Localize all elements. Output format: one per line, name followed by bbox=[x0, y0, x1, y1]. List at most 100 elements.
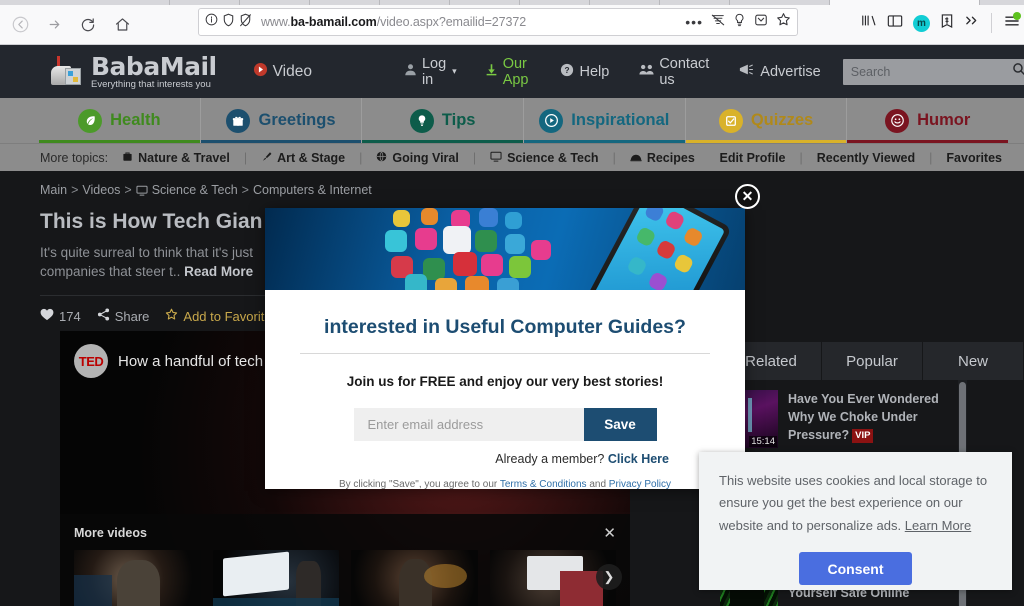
subnav-going-viral[interactable]: Going Viral bbox=[376, 150, 459, 165]
advertise-label: Advertise bbox=[760, 63, 821, 80]
search-box[interactable] bbox=[842, 58, 1024, 85]
forward-button[interactable] bbox=[38, 10, 70, 40]
learn-more-link[interactable]: Learn More bbox=[905, 518, 971, 533]
email-field[interactable] bbox=[353, 408, 584, 441]
library-icon[interactable] bbox=[861, 13, 877, 33]
read-more-link[interactable]: Read More bbox=[184, 264, 253, 279]
member-login-row: Already a member? Click Here bbox=[265, 452, 745, 466]
tablet-graphic bbox=[586, 208, 732, 290]
terms-link[interactable]: Terms & Conditions bbox=[500, 479, 587, 489]
breadcrumb-videos[interactable]: Videos bbox=[82, 183, 120, 197]
tab-new[interactable]: New bbox=[923, 342, 1024, 380]
address-bar[interactable]: www.ba-bamail.com/video.aspx?emailid=273… bbox=[198, 8, 798, 36]
nav-tab-greetings[interactable]: Greetings bbox=[200, 98, 363, 143]
subnav-divider: | bbox=[472, 150, 477, 165]
nav-tab-quizzes[interactable]: Quizzes bbox=[685, 98, 848, 143]
our-app-label: Our App bbox=[502, 55, 529, 88]
close-icon[interactable]: ✕ bbox=[735, 184, 760, 209]
nav-tab-greetings-label: Greetings bbox=[258, 111, 336, 129]
add-to-favorite-label: Add to Favorite bbox=[183, 308, 272, 324]
nav-tab-humor[interactable]: Humor bbox=[847, 98, 1009, 143]
click-here-link[interactable]: Click Here bbox=[608, 452, 669, 466]
toolbar-divider bbox=[991, 13, 992, 33]
save-to-pocket-icon[interactable] bbox=[754, 13, 768, 32]
food-dome-icon bbox=[630, 151, 642, 165]
edit-profile-link[interactable]: Edit Profile bbox=[719, 151, 785, 165]
smiley-icon bbox=[885, 108, 910, 133]
nav-tab-health[interactable]: Health bbox=[39, 98, 201, 143]
cookie-consent-banner: This website uses cookies and local stor… bbox=[699, 452, 1012, 590]
more-video-thumb[interactable] bbox=[351, 550, 478, 606]
like-count: 174 bbox=[59, 308, 81, 324]
nav-tab-inspirational-label: Inspirational bbox=[571, 111, 670, 129]
ellipsis-icon[interactable]: ••• bbox=[685, 14, 703, 29]
modal-subheading: Join us for FREE and enjoy our very best… bbox=[346, 374, 664, 389]
reload-button[interactable] bbox=[72, 10, 104, 40]
breadcrumb-main[interactable]: Main bbox=[40, 183, 67, 197]
double-chevron-icon[interactable] bbox=[964, 14, 979, 32]
reader-mode-icon[interactable] bbox=[711, 13, 725, 32]
close-x-icon[interactable]: ✕ bbox=[603, 524, 616, 542]
heart-icon bbox=[40, 308, 54, 324]
help-link[interactable]: ? Help bbox=[560, 63, 609, 81]
subnav-nature-travel[interactable]: Nature & Travel bbox=[122, 151, 230, 165]
modal-divider bbox=[300, 353, 710, 354]
lightbulb-icon[interactable] bbox=[733, 13, 746, 32]
chevron-right-icon[interactable]: ❯ bbox=[596, 564, 622, 590]
subnav-label: Going Viral bbox=[392, 150, 459, 165]
nav-tab-inspirational[interactable]: Inspirational bbox=[524, 98, 686, 143]
url-text[interactable]: www.ba-bamail.com/video.aspx?emailid=273… bbox=[261, 15, 680, 29]
recently-viewed-link[interactable]: Recently Viewed bbox=[817, 151, 915, 165]
breadcrumb-separator: > bbox=[71, 183, 79, 197]
consent-button[interactable]: Consent bbox=[799, 552, 912, 586]
save-button[interactable]: Save bbox=[583, 408, 657, 441]
nav-tab-tips[interactable]: Tips bbox=[362, 98, 525, 143]
home-button[interactable] bbox=[106, 10, 138, 40]
breadcrumb: Main > Videos > Science & Tech > Compute… bbox=[40, 183, 674, 197]
article-description-line2: companies that steer t.. bbox=[40, 264, 181, 280]
star-icon[interactable] bbox=[776, 12, 791, 32]
advertise-link[interactable]: Advertise bbox=[739, 63, 821, 80]
bulb-pin-icon bbox=[409, 108, 434, 133]
back-button[interactable] bbox=[4, 10, 36, 40]
shield-icon[interactable] bbox=[222, 13, 235, 32]
contact-link[interactable]: Contact us bbox=[639, 56, 709, 88]
our-app-link[interactable]: Our App bbox=[485, 56, 529, 88]
tab-strip[interactable] bbox=[0, 0, 1024, 5]
breadcrumb-computers-internet[interactable]: Computers & Internet bbox=[253, 183, 372, 197]
more-video-thumb[interactable] bbox=[212, 550, 339, 606]
account-icon[interactable]: m bbox=[913, 14, 930, 32]
help-circle-icon: ? bbox=[560, 63, 574, 81]
sidebar-icon[interactable] bbox=[887, 14, 903, 33]
nav-video[interactable]: Video bbox=[253, 62, 312, 82]
subnav-science-tech[interactable]: Science & Tech bbox=[490, 151, 599, 165]
favorites-link[interactable]: Favorites bbox=[946, 151, 1002, 165]
login-menu[interactable]: Log in ▾ bbox=[404, 56, 457, 88]
breadcrumb-science-tech[interactable]: Science & Tech bbox=[152, 183, 238, 197]
site-logo[interactable]: BabaMail Everything that interests you bbox=[48, 54, 217, 90]
subnav-divider: | bbox=[359, 150, 363, 165]
site-header: BabaMail Everything that interests you V… bbox=[0, 45, 1024, 98]
info-circle-icon[interactable] bbox=[205, 13, 218, 31]
add-to-favorite-button[interactable]: Add to Favorite bbox=[165, 308, 272, 324]
subnav-art-stage[interactable]: Art & Stage bbox=[261, 151, 345, 165]
more-videos-row: ❯ bbox=[74, 550, 622, 606]
subnav-divider: | bbox=[929, 150, 933, 165]
more-video-thumb[interactable] bbox=[74, 550, 201, 606]
share-button[interactable]: Share bbox=[97, 308, 149, 324]
search-icon[interactable] bbox=[1012, 62, 1024, 81]
price-tag-icon[interactable] bbox=[940, 13, 954, 34]
globe-icon bbox=[376, 151, 387, 165]
brush-icon bbox=[261, 151, 272, 165]
nav-video-label: Video bbox=[272, 62, 312, 80]
search-input[interactable] bbox=[850, 64, 1012, 79]
tab-popular[interactable]: Popular bbox=[822, 342, 923, 380]
signup-form: Save bbox=[265, 408, 745, 441]
gift-icon bbox=[226, 108, 251, 133]
list-item[interactable]: 15:14 Have You Ever Wondered Why We Chok… bbox=[720, 380, 956, 459]
tracking-protection-off-icon[interactable] bbox=[239, 13, 252, 32]
like-counter[interactable]: 174 bbox=[40, 308, 81, 324]
subnav-recipes[interactable]: Recipes bbox=[630, 151, 695, 165]
hamburger-menu-icon[interactable] bbox=[1004, 11, 1021, 33]
privacy-link[interactable]: Privacy Policy bbox=[609, 479, 671, 489]
